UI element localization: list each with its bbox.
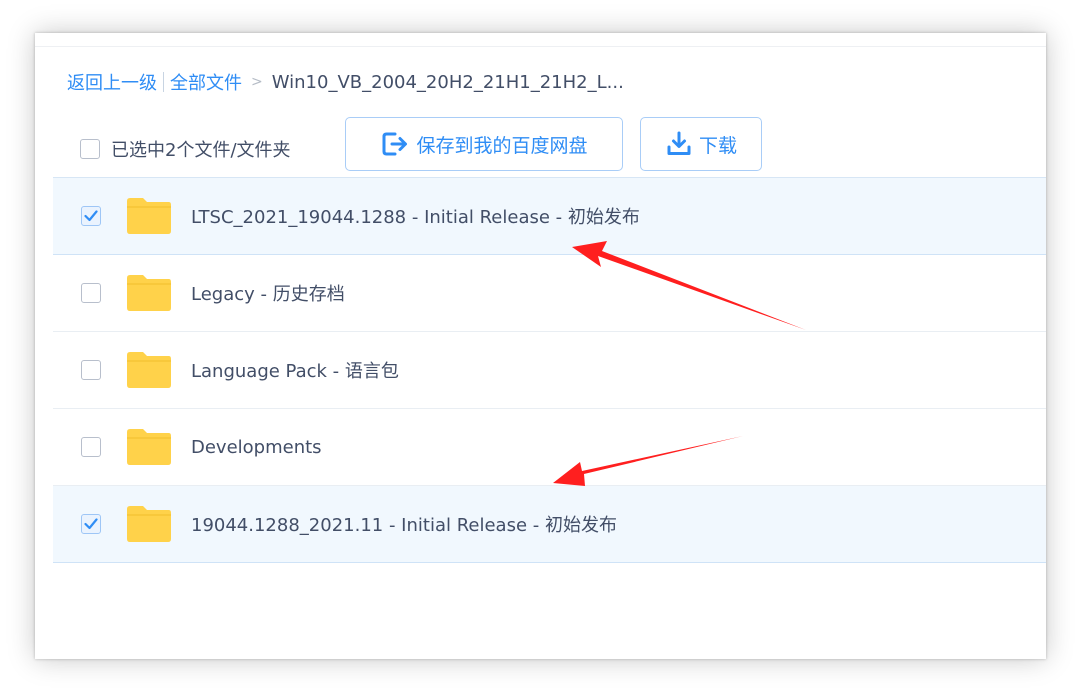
save-button-label: 保存到我的百度网盘 [416,134,588,157]
download-button-label: 下载 [698,134,737,157]
selection-count-label: 已选中2个文件/文件夹 [111,140,291,161]
folder-icon [126,505,172,547]
row-checkbox[interactable] [81,514,101,534]
save-export-icon [380,130,410,158]
breadcrumb-arrow-icon: > [251,74,263,90]
back-link[interactable]: 返回上一级 [67,69,157,95]
download-icon [665,130,693,158]
row-checkbox[interactable] [81,437,101,457]
top-divider [35,46,1046,47]
table-row[interactable]: Legacy - 历史存档 [53,255,1046,332]
folder-icon [126,351,172,393]
save-to-netdisk-button[interactable]: 保存到我的百度网盘 [345,117,623,171]
select-all-checkbox[interactable] [80,139,100,159]
folder-icon [126,428,172,470]
row-checkbox[interactable] [81,283,101,303]
download-button[interactable]: 下载 [640,117,762,171]
row-checkbox[interactable] [81,360,101,380]
row-checkbox[interactable] [81,206,101,226]
table-row[interactable]: Language Pack - 语言包 [53,332,1046,409]
row-name[interactable]: Language Pack - 语言包 [191,357,399,383]
file-share-panel: 返回上一级 全部文件 > Win10_VB_2004_20H2_21H1_21H… [35,33,1046,659]
current-folder-title: Win10_VB_2004_20H2_21H1_21H2_L... [271,71,624,93]
file-list: LTSC_2021_19044.1288 - Initial Release -… [53,177,1046,563]
row-name[interactable]: 19044.1288_2021.11 - Initial Release - 初… [191,511,617,537]
breadcrumb-divider [163,72,164,92]
folder-icon [126,197,172,239]
row-name[interactable]: Developments [191,437,322,458]
breadcrumb: 返回上一级 全部文件 > Win10_VB_2004_20H2_21H1_21H… [67,69,624,95]
all-files-link[interactable]: 全部文件 [170,69,242,95]
table-row[interactable]: 19044.1288_2021.11 - Initial Release - 初… [53,486,1046,563]
table-row[interactable]: LTSC_2021_19044.1288 - Initial Release -… [53,178,1046,255]
row-name[interactable]: LTSC_2021_19044.1288 - Initial Release -… [191,203,640,229]
select-all-control[interactable]: 已选中2个文件/文件夹 [80,136,291,162]
folder-icon [126,274,172,316]
table-row[interactable]: Developments [53,409,1046,486]
toolbar: 已选中2个文件/文件夹 保存到我的百度网盘 下载 [35,117,1046,173]
row-name[interactable]: Legacy - 历史存档 [191,280,345,306]
